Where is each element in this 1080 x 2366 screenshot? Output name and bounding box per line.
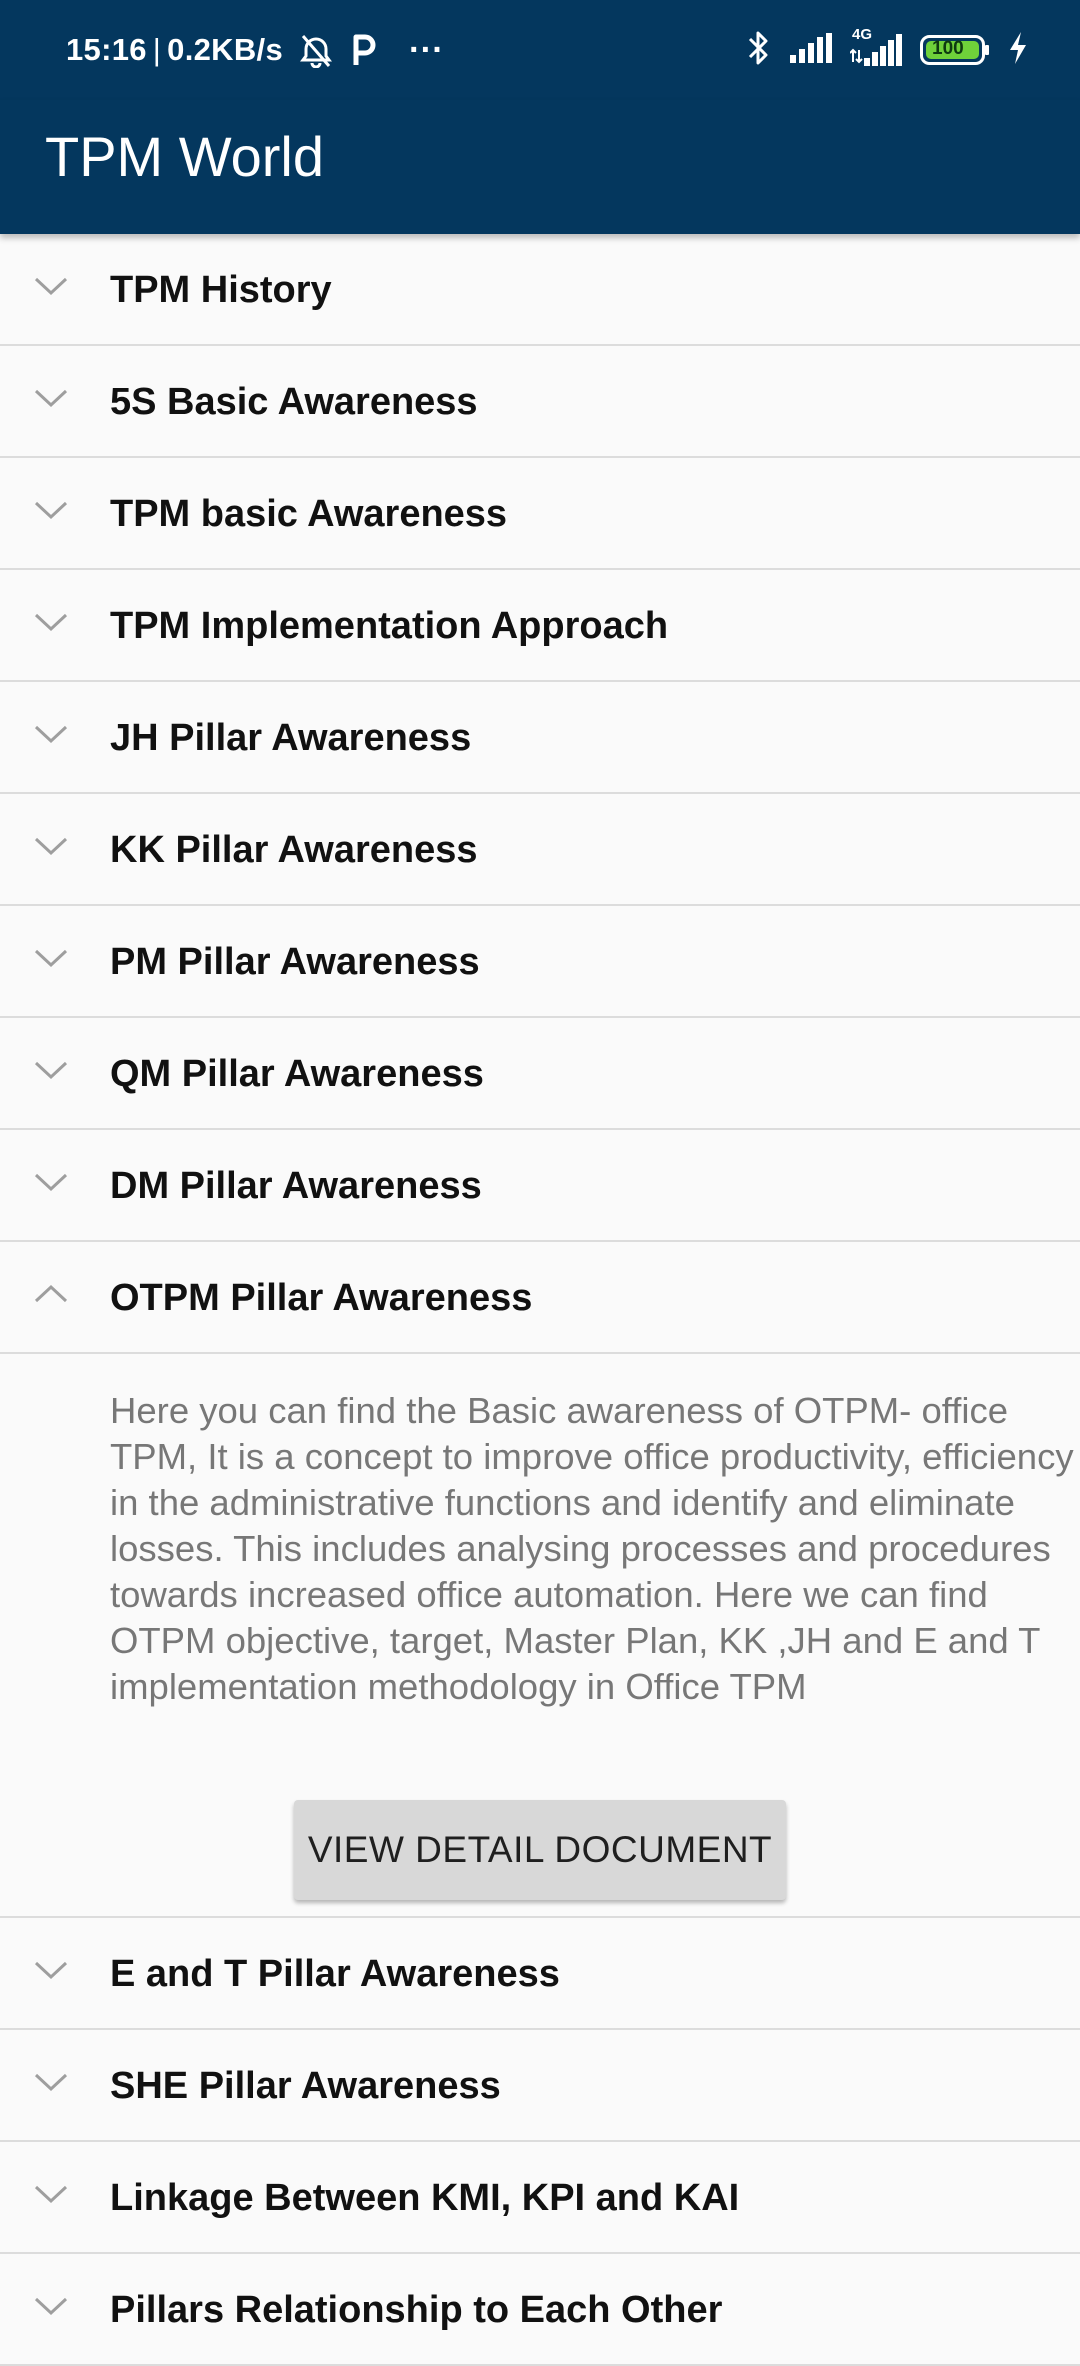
list-item-label: Pillars Relationship to Each Other xyxy=(110,2289,723,2331)
chevron-down-icon xyxy=(34,837,68,856)
p-app-icon xyxy=(349,33,379,67)
list-item-dm-pillar[interactable]: DM Pillar Awareness xyxy=(0,1130,1080,1242)
list-item-otpm-pillar[interactable]: OTPM Pillar Awareness xyxy=(0,1242,1080,1354)
status-time: 15:16 xyxy=(66,32,147,67)
chevron-down-icon xyxy=(34,725,68,744)
signal-4g-icon: 4G xyxy=(850,26,902,68)
list-item-tpm-implementation-approach[interactable]: TPM Implementation Approach xyxy=(0,570,1080,682)
status-left: 15:16 | 0.2KB/s ··· xyxy=(66,28,444,72)
list-item-label: TPM basic Awareness xyxy=(110,493,508,535)
app-title: TPM World xyxy=(45,125,324,188)
list-item-pm-pillar[interactable]: PM Pillar Awareness xyxy=(0,906,1080,1018)
chevron-down-icon xyxy=(34,277,68,296)
list-item-jh-pillar[interactable]: JH Pillar Awareness xyxy=(0,682,1080,794)
chevron-down-icon xyxy=(34,2297,68,2316)
status-separator: | xyxy=(152,32,162,67)
topic-list: TPM History 5S Basic Awareness TPM basic… xyxy=(0,234,1080,2366)
battery-level: 100 xyxy=(932,38,964,59)
list-item-label: Linkage Between KMI, KPI and KAI xyxy=(110,2177,740,2219)
list-item-kk-pillar[interactable]: KK Pillar Awareness xyxy=(0,794,1080,906)
list-item-label: SHE Pillar Awareness xyxy=(110,2065,501,2107)
chevron-down-icon xyxy=(34,2185,68,2204)
list-item-label: JH Pillar Awareness xyxy=(110,717,472,759)
list-item-linkage-kmi-kpi-kai[interactable]: Linkage Between KMI, KPI and KAI xyxy=(0,2142,1080,2254)
list-item-label: TPM History xyxy=(110,269,332,311)
chevron-down-icon xyxy=(34,501,68,520)
charging-icon xyxy=(1008,31,1028,69)
chevron-up-icon xyxy=(34,1284,68,1303)
list-item-label: QM Pillar Awareness xyxy=(110,1053,484,1095)
battery-icon: 100 xyxy=(920,35,990,65)
list-item-label: DM Pillar Awareness xyxy=(110,1165,482,1207)
app-bar: TPM World xyxy=(0,100,1080,234)
signal-icon xyxy=(790,32,832,68)
list-item-label: TPM Implementation Approach xyxy=(110,605,669,647)
chevron-down-icon xyxy=(34,2073,68,2092)
more-notifications-icon: ··· xyxy=(408,30,444,69)
view-detail-document-button[interactable]: VIEW DETAIL DOCUMENT xyxy=(294,1800,786,1900)
chevron-down-icon xyxy=(34,613,68,632)
chevron-down-icon xyxy=(34,1173,68,1192)
list-item-tpm-history[interactable]: TPM History xyxy=(0,234,1080,346)
list-item-she-pillar[interactable]: SHE Pillar Awareness xyxy=(0,2030,1080,2142)
otpm-description: Here you can find the Basic awareness of… xyxy=(110,1390,1074,1707)
status-speed: 0.2KB/s xyxy=(167,32,283,67)
list-item-e-and-t-pillar[interactable]: E and T Pillar Awareness xyxy=(0,1918,1080,2030)
bluetooth-icon xyxy=(746,29,772,72)
chevron-down-icon xyxy=(34,1061,68,1080)
alarm-off-icon xyxy=(297,32,335,68)
list-item-label: PM Pillar Awareness xyxy=(110,941,480,983)
status-bar: 15:16 | 0.2KB/s ··· 4G 100 xyxy=(0,0,1080,100)
otpm-expanded-panel: Here you can find the Basic awareness of… xyxy=(0,1354,1080,1918)
status-right: 4G 100 xyxy=(746,26,1028,72)
chevron-down-icon xyxy=(34,949,68,968)
list-item-label: KK Pillar Awareness xyxy=(110,829,478,871)
list-item-label: OTPM Pillar Awareness xyxy=(110,1277,533,1319)
list-item-5s-basic-awareness[interactable]: 5S Basic Awareness xyxy=(0,346,1080,458)
list-item-label: 5S Basic Awareness xyxy=(110,381,478,423)
chevron-down-icon xyxy=(34,1961,68,1980)
list-item-label: E and T Pillar Awareness xyxy=(110,1953,560,1995)
list-item-pillars-relationship[interactable]: Pillars Relationship to Each Other xyxy=(0,2254,1080,2366)
list-item-qm-pillar[interactable]: QM Pillar Awareness xyxy=(0,1018,1080,1130)
chevron-down-icon xyxy=(34,389,68,408)
list-item-tpm-basic-awareness[interactable]: TPM basic Awareness xyxy=(0,458,1080,570)
